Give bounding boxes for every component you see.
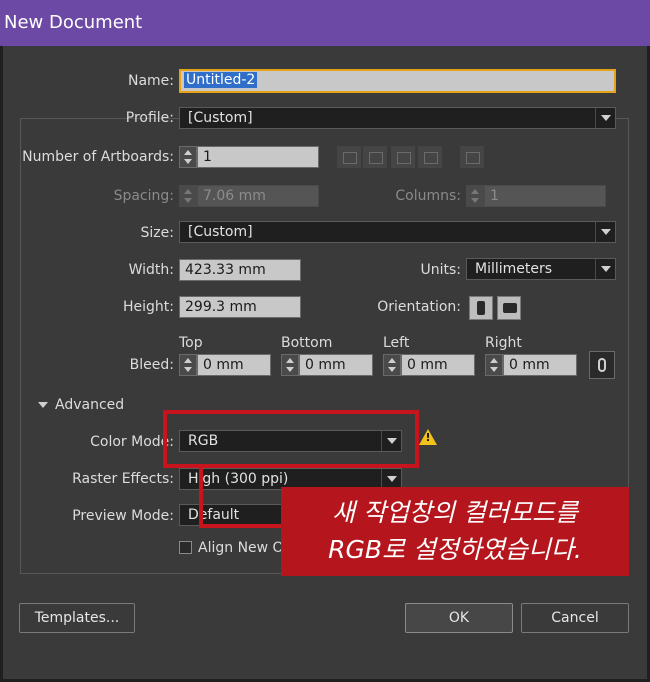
spacing-label: Spacing: [113,188,174,204]
columns-input: 1 [484,185,606,207]
portrait-icon [477,301,485,315]
profile-select[interactable]: [Custom] [179,107,616,129]
width-input[interactable]: 423.33 mm [179,259,301,281]
annotation-line-1: 새 작업창의 컬러모드를 [332,498,578,527]
columns-stepper [466,185,484,207]
preview-mode-value: Default [188,507,240,523]
arrange-by-column-icon [417,145,443,169]
bleed-left-label: Left [383,335,410,351]
window-title: New Document [4,12,143,33]
arrow-down-icon [490,367,498,372]
units-value: Millimeters [475,261,553,277]
spacing-input: 7.06 mm [197,185,319,207]
arrow-up-icon [184,189,192,194]
height-input[interactable]: 299.3 mm [179,296,301,318]
artboards-stepper[interactable] [179,146,197,168]
align-pixel-grid-checkbox[interactable] [179,541,192,554]
units-select[interactable]: Millimeters [466,258,616,280]
chevron-down-icon [595,222,615,242]
cancel-button[interactable]: Cancel [521,603,629,633]
raster-effects-label: Raster Effects: [72,471,174,487]
bleed-left-input[interactable]: 0 mm [401,354,475,376]
width-label: Width: [128,262,174,278]
arrange-by-row-icon [390,145,416,169]
arrow-up-icon [388,358,396,363]
bleed-top-input[interactable]: 0 mm [197,354,271,376]
disclosure-triangle-icon[interactable] [38,402,48,408]
right-to-left-icon [459,145,485,169]
columns-label: Columns: [395,188,461,204]
bleed-right-input[interactable]: 0 mm [503,354,577,376]
arrow-down-icon [286,367,294,372]
arrow-down-icon [471,198,479,203]
arrow-down-icon [388,367,396,372]
size-select[interactable]: [Custom] [179,221,616,243]
raster-effects-value: High (300 ppi) [188,471,289,487]
chevron-down-icon [381,469,401,489]
orientation-label: Orientation: [377,299,461,315]
artboards-input[interactable]: 1 [197,146,319,168]
arrow-up-icon [184,358,192,363]
annotation-highlight [163,410,419,468]
bleed-right-stepper[interactable] [485,354,503,376]
name-value: Untitled-2 [184,72,258,88]
spacing-stepper [179,185,197,207]
units-label: Units: [420,262,461,278]
arrow-up-icon [471,189,479,194]
profile-value: [Custom] [188,110,253,126]
artboards-label: Number of Artboards: [22,149,174,165]
chain-link-icon [598,358,606,372]
advanced-label[interactable]: Advanced [55,397,124,413]
arrow-up-icon [490,358,498,363]
height-label: Height: [123,299,174,315]
name-input[interactable]: Untitled-2 [179,69,616,93]
chevron-down-icon [595,108,615,128]
profile-label: Profile: [125,110,174,126]
bleed-top-label: Top [179,335,203,351]
size-value: [Custom] [188,224,253,240]
bleed-bottom-label: Bottom [281,335,333,351]
bleed-link-button[interactable] [589,351,615,379]
chevron-down-icon [595,259,615,279]
annotation-line-2: RGB로 설정하였습니다. [328,535,582,564]
arrow-down-icon [184,367,192,372]
name-label: Name: [127,73,174,89]
templates-button[interactable]: Templates... [19,603,135,633]
portrait-button[interactable] [469,296,493,320]
warning-triangle-icon: ! [419,429,437,446]
landscape-button[interactable] [497,296,521,320]
bleed-left-stepper[interactable] [383,354,401,376]
bleed-label: Bleed: [129,357,174,373]
bleed-bottom-input[interactable]: 0 mm [299,354,373,376]
bleed-bottom-stepper[interactable] [281,354,299,376]
size-label: Size: [140,225,174,241]
color-mode-label: Color Mode: [90,434,174,450]
preview-mode-label: Preview Mode: [72,508,174,524]
arrow-down-icon [184,159,192,164]
annotation-connector [199,524,285,528]
arrow-up-icon [286,358,294,363]
ok-button[interactable]: OK [405,603,513,633]
landscape-icon [503,303,517,313]
title-bar: New Document [0,0,650,46]
bleed-right-label: Right [485,335,522,351]
annotation-callout: 새 작업창의 컬러모드를 RGB로 설정하였습니다. [281,487,629,576]
grid-by-row-icon [336,145,362,169]
arrow-down-icon [184,198,192,203]
grid-by-column-icon [362,145,388,169]
annotation-connector [199,466,203,528]
arrow-up-icon [184,150,192,155]
bleed-top-stepper[interactable] [179,354,197,376]
